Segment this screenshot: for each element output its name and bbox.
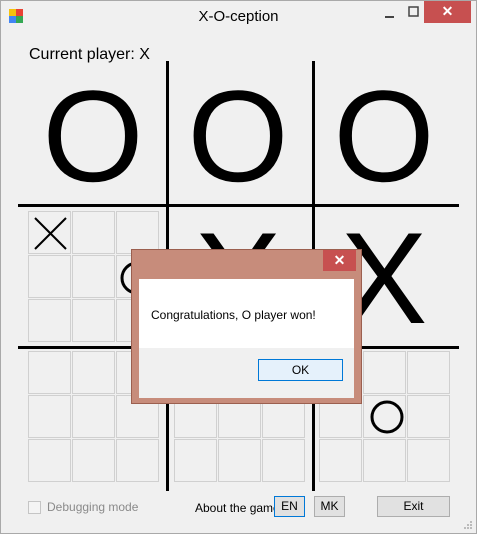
sub-cell[interactable] bbox=[28, 299, 71, 342]
minimize-button[interactable] bbox=[377, 2, 403, 23]
bottom-bar: Debugging mode About the game EN MK Exit bbox=[1, 496, 476, 522]
sub-cell[interactable] bbox=[319, 439, 362, 482]
dialog-body: Congratulations, O player won! bbox=[139, 279, 354, 348]
sub-cell[interactable] bbox=[72, 299, 115, 342]
sub-cell[interactable] bbox=[72, 395, 115, 438]
sub-cell[interactable] bbox=[174, 439, 217, 482]
sub-cell[interactable] bbox=[116, 211, 159, 254]
sub-cell[interactable] bbox=[363, 439, 406, 482]
sub-cell[interactable] bbox=[72, 211, 115, 254]
sub-cell[interactable] bbox=[72, 351, 115, 394]
big-cell-1-1: O bbox=[42, 63, 144, 209]
sub-cell[interactable] bbox=[28, 395, 71, 438]
sub-cell[interactable] bbox=[72, 255, 115, 298]
dialog-message: Congratulations, O player won! bbox=[151, 308, 316, 322]
big-cell-1-2: O bbox=[187, 63, 289, 209]
win-dialog: ✕ Congratulations, O player won! OK bbox=[131, 249, 362, 404]
o-mark-icon bbox=[370, 400, 404, 434]
sub-cell[interactable] bbox=[218, 439, 261, 482]
minimize-icon bbox=[385, 16, 394, 18]
sub-cell[interactable]: X bbox=[28, 211, 71, 254]
sub-cell[interactable] bbox=[28, 255, 71, 298]
debugging-mode-checkbox[interactable] bbox=[28, 501, 41, 514]
close-icon: ✕ bbox=[441, 3, 454, 19]
big-cell-1-3: O bbox=[333, 63, 435, 209]
ok-button[interactable]: OK bbox=[258, 359, 343, 381]
sub-cell[interactable] bbox=[28, 351, 71, 394]
sub-cell[interactable]: O bbox=[363, 395, 406, 438]
maximize-icon bbox=[408, 6, 419, 17]
resize-grip-icon[interactable] bbox=[462, 519, 472, 529]
sub-cell[interactable] bbox=[28, 439, 71, 482]
x-mark-icon bbox=[34, 217, 67, 250]
macedonian-button[interactable]: MK bbox=[314, 496, 345, 517]
dialog-close-button[interactable]: ✕ bbox=[323, 250, 356, 271]
debugging-mode-label: Debugging mode bbox=[47, 500, 139, 514]
sub-cell[interactable] bbox=[407, 439, 450, 482]
sub-cell[interactable] bbox=[407, 351, 450, 394]
sub-cell[interactable] bbox=[363, 351, 406, 394]
exit-button[interactable]: Exit bbox=[377, 496, 450, 517]
close-button[interactable]: ✕ bbox=[424, 1, 471, 23]
close-icon: ✕ bbox=[333, 252, 346, 268]
sub-cell[interactable] bbox=[72, 439, 115, 482]
sub-cell[interactable] bbox=[407, 395, 450, 438]
sub-cell[interactable] bbox=[116, 439, 159, 482]
sub-cell[interactable] bbox=[262, 439, 305, 482]
about-label: About the game bbox=[195, 501, 280, 515]
english-button[interactable]: EN bbox=[274, 496, 305, 517]
dialog-footer: OK bbox=[139, 348, 354, 398]
title-bar[interactable]: X-O-ception ✕ bbox=[1, 1, 476, 32]
